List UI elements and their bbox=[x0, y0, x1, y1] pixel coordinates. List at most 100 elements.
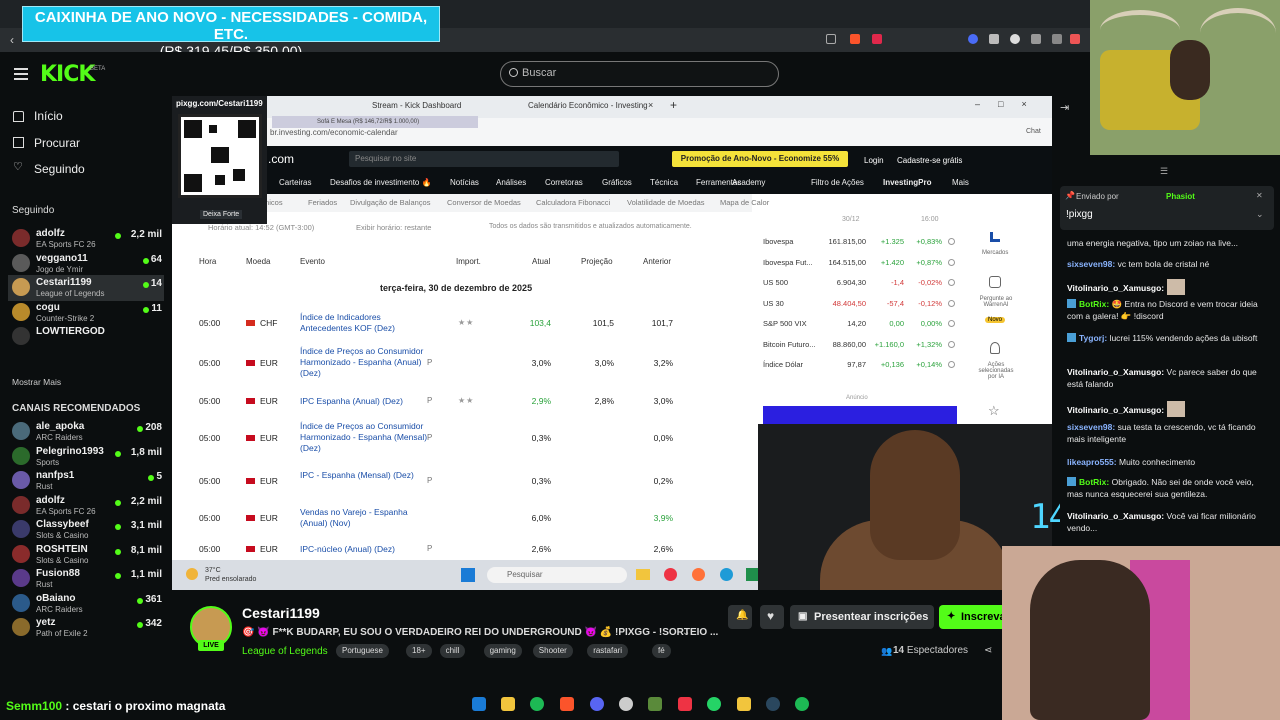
chat-settings-icon[interactable]: ☰ bbox=[1160, 166, 1168, 177]
chat-username[interactable]: BotRix: bbox=[1079, 299, 1109, 309]
hamburger-menu-icon[interactable] bbox=[14, 68, 28, 80]
back-icon[interactable]: ‹ bbox=[10, 33, 14, 47]
quote-name[interactable]: US 30 bbox=[763, 299, 784, 308]
os-steam-icon[interactable] bbox=[766, 697, 780, 711]
stream-tag[interactable]: fé bbox=[652, 644, 671, 658]
channel-row[interactable]: cogu Counter-Strike 2 11 bbox=[8, 300, 164, 326]
kick-logo[interactable]: KICK bbox=[40, 62, 95, 87]
event-name[interactable]: IPC Espanha (Anual) (Dez) bbox=[300, 396, 430, 407]
os-minecraft-icon[interactable] bbox=[648, 697, 662, 711]
channel-row[interactable]: ROSHTEIN Slots & Casino 8,1 mil bbox=[8, 542, 164, 568]
channel-row[interactable]: Classybeef Slots & Casino 3,1 mil bbox=[8, 517, 164, 543]
quote-name[interactable]: US 500 bbox=[763, 278, 788, 287]
extension-icon-3[interactable] bbox=[1031, 34, 1041, 44]
stream-tag[interactable]: 18+ bbox=[406, 644, 432, 658]
extension-icon-1[interactable] bbox=[968, 34, 978, 44]
channel-row[interactable]: LOWTIERGOD bbox=[8, 324, 164, 350]
stream-tag[interactable]: chill bbox=[439, 644, 466, 658]
channel-avatar bbox=[12, 422, 30, 440]
event-name[interactable]: Índice de Preços ao Consumidor Harmoniza… bbox=[300, 421, 430, 454]
os-app-icon[interactable] bbox=[737, 697, 751, 711]
os-shield-icon[interactable] bbox=[678, 697, 692, 711]
stream-category-link[interactable]: League of Legends bbox=[242, 646, 328, 657]
chat-message: sixseven98: vc tem bola de cristal né bbox=[1067, 258, 1272, 270]
os-obs-icon[interactable] bbox=[619, 697, 633, 711]
pinned-user[interactable]: Phasiot bbox=[1166, 192, 1195, 201]
channel-row[interactable]: adolfz EA Sports FC 26 2,2 mil bbox=[8, 226, 164, 252]
current-time-info: Horário atual: 14:52 (GMT-3:00) bbox=[208, 223, 315, 232]
title-expand-chevron-icon[interactable]: ⌄ bbox=[682, 627, 690, 638]
google-icon[interactable] bbox=[1010, 34, 1020, 44]
quote-name[interactable]: Ibovespa Fut... bbox=[763, 258, 813, 267]
event-name[interactable]: Índice de Indicadores Antecedentes KOF (… bbox=[300, 312, 430, 334]
event-name[interactable]: Índice de Preços ao Consumidor Harmoniza… bbox=[300, 346, 430, 379]
os-whatsapp-icon[interactable] bbox=[707, 697, 721, 711]
channel-row[interactable]: Cestari1199 League of Legends 14 bbox=[8, 275, 164, 301]
channel-row[interactable]: yetz Path of Exile 2 342 bbox=[8, 615, 164, 641]
channel-row[interactable]: adolfz EA Sports FC 26 2,2 mil bbox=[8, 493, 164, 519]
chat-username[interactable]: Tygorj: bbox=[1079, 333, 1107, 343]
channel-row[interactable]: oBaiano ARC Raiders 361 bbox=[8, 591, 164, 617]
emote-image bbox=[1166, 279, 1185, 295]
stream-tag[interactable]: gaming bbox=[483, 644, 522, 658]
nav-seguindo[interactable]: Seguindo bbox=[34, 162, 85, 176]
os-spotify-icon[interactable] bbox=[530, 697, 544, 711]
extension-icon-2[interactable] bbox=[989, 34, 999, 44]
share-icon[interactable]: ⋖ bbox=[984, 645, 992, 656]
channel-row[interactable]: Pelegrino1993 Sports 1,8 mil bbox=[8, 444, 164, 470]
os-start-icon[interactable] bbox=[472, 697, 486, 711]
chat-username[interactable]: likeapro555: bbox=[1067, 457, 1117, 467]
chat-username[interactable]: sixseven98: bbox=[1067, 259, 1115, 269]
gift-subs-button[interactable]: ▣ Presentear inscrições bbox=[790, 605, 934, 629]
event-name[interactable]: Vendas no Varejo - Espanha (Anual) (Nov) bbox=[300, 507, 430, 529]
channel-row[interactable]: veggano11 Jogo de Ymir 64 bbox=[8, 251, 164, 277]
os-brave-icon[interactable] bbox=[560, 697, 574, 711]
channel-row[interactable]: Fusion88 Rust 1,1 mil bbox=[8, 566, 164, 592]
os-folder-icon[interactable] bbox=[501, 697, 515, 711]
chat-message: BotRix: Obrigado. Não sei de onde você v… bbox=[1067, 476, 1272, 500]
screen-tab-kick: Stream - Kick Dashboard bbox=[372, 101, 462, 110]
chat-username[interactable]: Vitolinario_o_Xamusgo: bbox=[1067, 405, 1164, 415]
heart-icon: ♡ bbox=[13, 161, 23, 173]
unpin-icon[interactable]: ✕ bbox=[1256, 191, 1263, 200]
nav-inicio[interactable]: Início bbox=[34, 109, 63, 123]
extension-icon-5[interactable] bbox=[1070, 34, 1080, 44]
event-currency: EUR bbox=[260, 513, 278, 523]
investing-menu-item: Filtro de Ações bbox=[811, 178, 864, 187]
stream-tag[interactable]: rastafari bbox=[587, 644, 629, 658]
chat-username[interactable]: Vitolinario_o_Xamusgo: bbox=[1067, 283, 1164, 293]
chat-username[interactable]: sixseven98: bbox=[1067, 422, 1115, 432]
live-dot-icon bbox=[114, 233, 121, 239]
share-icon[interactable] bbox=[826, 34, 836, 44]
event-name[interactable]: IPC-núcleo (Anual) (Dez) bbox=[300, 544, 430, 555]
chat-username[interactable]: Vitolinario_o_Xamusgo: bbox=[1067, 511, 1164, 521]
chat-username[interactable]: BotRix: bbox=[1079, 477, 1109, 487]
stream-tag[interactable]: Portuguese bbox=[336, 644, 389, 658]
show-more-link[interactable]: Mostrar Mais bbox=[12, 377, 61, 387]
nav-procurar[interactable]: Procurar bbox=[34, 136, 80, 150]
stream-tag[interactable]: Shooter bbox=[532, 644, 573, 658]
extension-icon-4[interactable] bbox=[1052, 34, 1062, 44]
notifications-button[interactable]: 🔔 bbox=[728, 605, 752, 629]
expand-pinned-chevron-icon[interactable]: ⌄ bbox=[1256, 209, 1264, 220]
os-spotify-icon-2[interactable] bbox=[795, 697, 809, 711]
qr-code-image bbox=[178, 114, 262, 198]
quote-name[interactable]: S&P 500 VIX bbox=[763, 319, 807, 328]
investing-menu-item: Gráficos bbox=[602, 178, 632, 187]
follow-button[interactable]: ♥ bbox=[760, 605, 784, 629]
quote-name[interactable]: Ibovespa bbox=[763, 237, 793, 246]
channel-row[interactable]: nanfps1 Rust 5 bbox=[8, 468, 164, 494]
brave-shield-icon[interactable] bbox=[850, 34, 860, 44]
streamer-name[interactable]: Cestari1199 bbox=[242, 605, 320, 621]
chat-username[interactable]: Vitolinario_o_Xamusgo: bbox=[1067, 367, 1164, 377]
investing-submenu-item: Mapa de Calor bbox=[720, 198, 770, 207]
beta-badge: BETA bbox=[90, 66, 106, 72]
event-forecast: 3,0% bbox=[594, 358, 614, 368]
channel-name: oBaiano bbox=[36, 592, 76, 604]
collapse-chat-icon[interactable]: ⇥ bbox=[1060, 101, 1069, 114]
channel-row[interactable]: ale_apoka ARC Raiders 208 bbox=[8, 419, 164, 445]
os-discord-icon[interactable] bbox=[590, 697, 604, 711]
quote-name[interactable]: Índice Dólar bbox=[763, 360, 803, 369]
rewards-icon[interactable] bbox=[872, 34, 882, 44]
event-name[interactable]: IPC - Espanha (Mensal) (Dez) bbox=[300, 470, 430, 481]
